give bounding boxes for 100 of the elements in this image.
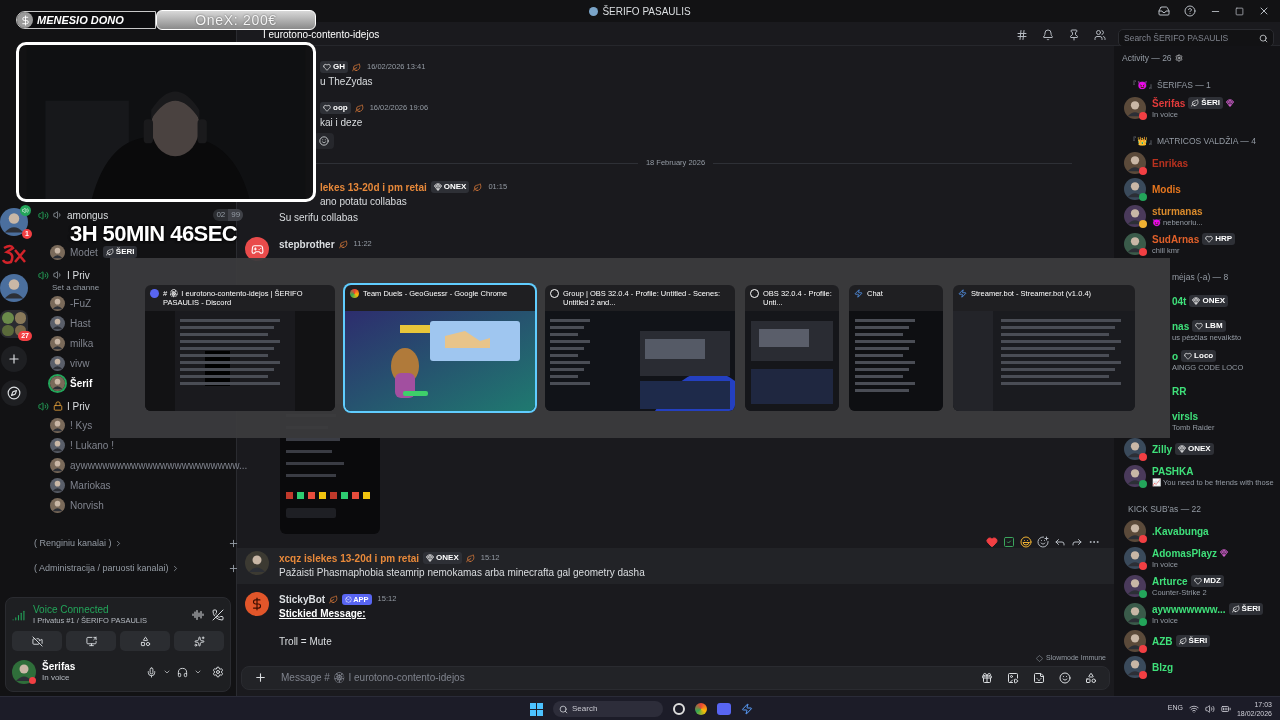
voice-member[interactable]: -FuZ bbox=[70, 295, 92, 311]
reaction-chip[interactable] bbox=[314, 133, 334, 149]
add-channel-icon[interactable] bbox=[228, 563, 240, 574]
role-badge: ŠERI bbox=[102, 246, 138, 258]
server-icon[interactable] bbox=[1, 244, 27, 266]
taskbar-search[interactable]: Search bbox=[553, 701, 663, 717]
channel-name[interactable]: amongus bbox=[67, 207, 109, 223]
category-header[interactable]: ( Renginiu kanalai ) bbox=[34, 536, 112, 551]
heart-reaction[interactable] bbox=[986, 536, 998, 548]
laugh-reaction[interactable] bbox=[1020, 536, 1032, 548]
pin-icon[interactable] bbox=[1068, 29, 1080, 41]
search-field[interactable]: Search ŠERIFO PASAULIS bbox=[1118, 29, 1274, 47]
inbox-icon[interactable] bbox=[1158, 5, 1170, 17]
emoji-icon[interactable] bbox=[1059, 671, 1071, 684]
member-name[interactable]: Blzg bbox=[1152, 660, 1174, 674]
member-name[interactable]: AZB bbox=[1152, 634, 1173, 648]
battery-icon bbox=[1220, 703, 1231, 714]
gift-icon[interactable] bbox=[981, 671, 993, 684]
member-name[interactable]: SudArnas bbox=[1152, 232, 1200, 246]
message-author[interactable]: stepbrother bbox=[279, 236, 335, 252]
user-avatar bbox=[50, 244, 65, 260]
channel-name[interactable]: I Priv bbox=[67, 398, 90, 414]
screen-share-button[interactable] bbox=[66, 631, 116, 651]
user-avatar bbox=[50, 457, 65, 473]
member-name[interactable]: PASHKA bbox=[1152, 464, 1194, 478]
role-badge: GH bbox=[320, 61, 348, 73]
check-reaction[interactable] bbox=[1003, 536, 1015, 548]
discover-button[interactable] bbox=[1, 380, 27, 406]
member-name[interactable]: Modis bbox=[1152, 182, 1181, 196]
message-author[interactable]: lekes 13-20d i pm retai bbox=[320, 179, 427, 195]
start-icon[interactable] bbox=[530, 702, 543, 716]
headphones-icon[interactable] bbox=[177, 666, 188, 678]
message-author[interactable]: xcqz islekes 13-20d i pm retai bbox=[279, 550, 420, 566]
voice-member[interactable]: ! Lukano ! bbox=[70, 437, 114, 453]
member-list-icon[interactable] bbox=[1094, 29, 1106, 41]
soundboard-button[interactable] bbox=[174, 631, 224, 651]
close-icon[interactable] bbox=[1258, 5, 1270, 17]
voice-member[interactable]: Norvish bbox=[70, 497, 104, 513]
member-name[interactable]: virsls bbox=[1172, 409, 1199, 423]
member-name[interactable]: AdomasPlayz bbox=[1152, 546, 1218, 560]
add-reaction-icon[interactable] bbox=[1037, 536, 1049, 548]
server-folder[interactable] bbox=[0, 310, 28, 338]
maximize-icon[interactable] bbox=[1235, 6, 1244, 16]
forward-icon[interactable] bbox=[1071, 536, 1083, 548]
member-name[interactable]: aywwwwwww... bbox=[1152, 602, 1226, 616]
settings-icon[interactable] bbox=[1174, 54, 1183, 62]
add-channel-icon[interactable] bbox=[228, 538, 240, 549]
attach-icon[interactable] bbox=[254, 671, 267, 685]
voice-channel-icon bbox=[38, 269, 49, 281]
member-name[interactable]: .Kavabunga bbox=[1152, 524, 1209, 538]
coin-icon bbox=[17, 12, 33, 28]
app-icon bbox=[150, 289, 159, 298]
member-name[interactable]: 04t bbox=[1172, 294, 1187, 308]
activity-header[interactable]: Activity — 26 bbox=[1122, 51, 1172, 65]
member-name[interactable]: Šerifas bbox=[1152, 96, 1186, 110]
add-server-button[interactable] bbox=[1, 346, 27, 372]
sticker-icon[interactable] bbox=[1033, 671, 1045, 684]
member-name[interactable]: nas bbox=[1172, 319, 1190, 333]
role-badge: ŠERI bbox=[1188, 97, 1224, 109]
donation-label: MENESIO DONO bbox=[37, 12, 124, 28]
voice-member[interactable]: Modet bbox=[70, 244, 98, 260]
channel-name[interactable]: I Priv bbox=[67, 267, 90, 283]
camera-button[interactable] bbox=[12, 631, 62, 651]
taskbar-app[interactable] bbox=[695, 703, 707, 715]
user-limit-counter: 02 99 bbox=[213, 209, 244, 221]
member-name[interactable]: Arturce bbox=[1152, 574, 1188, 588]
chevron-icon[interactable] bbox=[163, 668, 171, 676]
channel-title: I eurotono-contento-idejos bbox=[263, 29, 380, 41]
member-name[interactable]: RR bbox=[1172, 384, 1187, 398]
message-input[interactable]: Message # 🏵 I eurotono-contento-idejos bbox=[281, 670, 967, 686]
voice-member[interactable]: milka bbox=[70, 335, 94, 351]
message-author[interactable]: StickyBot bbox=[279, 591, 326, 607]
reply-icon[interactable] bbox=[1054, 536, 1066, 548]
user-avatar bbox=[50, 437, 65, 453]
server-icon bbox=[0, 208, 28, 236]
member-name[interactable]: sturmanas bbox=[1152, 204, 1203, 218]
voice-member[interactable]: Šerif bbox=[70, 375, 93, 391]
screen-share-icon bbox=[85, 635, 97, 647]
search-icon bbox=[1259, 33, 1268, 43]
message-composer[interactable]: Message # 🏵 I eurotono-contento-idejos bbox=[241, 665, 1110, 690]
member-name[interactable]: Zilly bbox=[1152, 442, 1172, 456]
user-status: In voice bbox=[42, 673, 71, 683]
gif-icon[interactable] bbox=[1007, 671, 1019, 684]
chevron-icon[interactable] bbox=[194, 668, 202, 676]
disconnect-icon[interactable] bbox=[212, 609, 224, 621]
voice-member[interactable]: aywwwwwwwwwwwwwwwwwwwwww... bbox=[70, 457, 248, 473]
notifications-icon[interactable] bbox=[1042, 29, 1054, 41]
voice-member[interactable]: Hast bbox=[70, 315, 91, 331]
settings-icon[interactable] bbox=[212, 666, 224, 678]
user-avatar bbox=[50, 375, 65, 391]
voice-member[interactable]: Mariokas bbox=[70, 477, 111, 493]
member-name[interactable]: o bbox=[1172, 349, 1179, 363]
activities-button[interactable] bbox=[120, 631, 170, 651]
user-avatar bbox=[1124, 630, 1146, 652]
help-icon[interactable] bbox=[1184, 5, 1196, 17]
apps-icon[interactable] bbox=[1085, 671, 1097, 684]
mic-icon[interactable] bbox=[146, 666, 157, 678]
category-header[interactable]: ( Administracija / paruosti kanalai) bbox=[34, 561, 169, 576]
voice-member[interactable]: ! Kys bbox=[70, 417, 93, 433]
voice-member[interactable]: vivw bbox=[70, 355, 90, 371]
